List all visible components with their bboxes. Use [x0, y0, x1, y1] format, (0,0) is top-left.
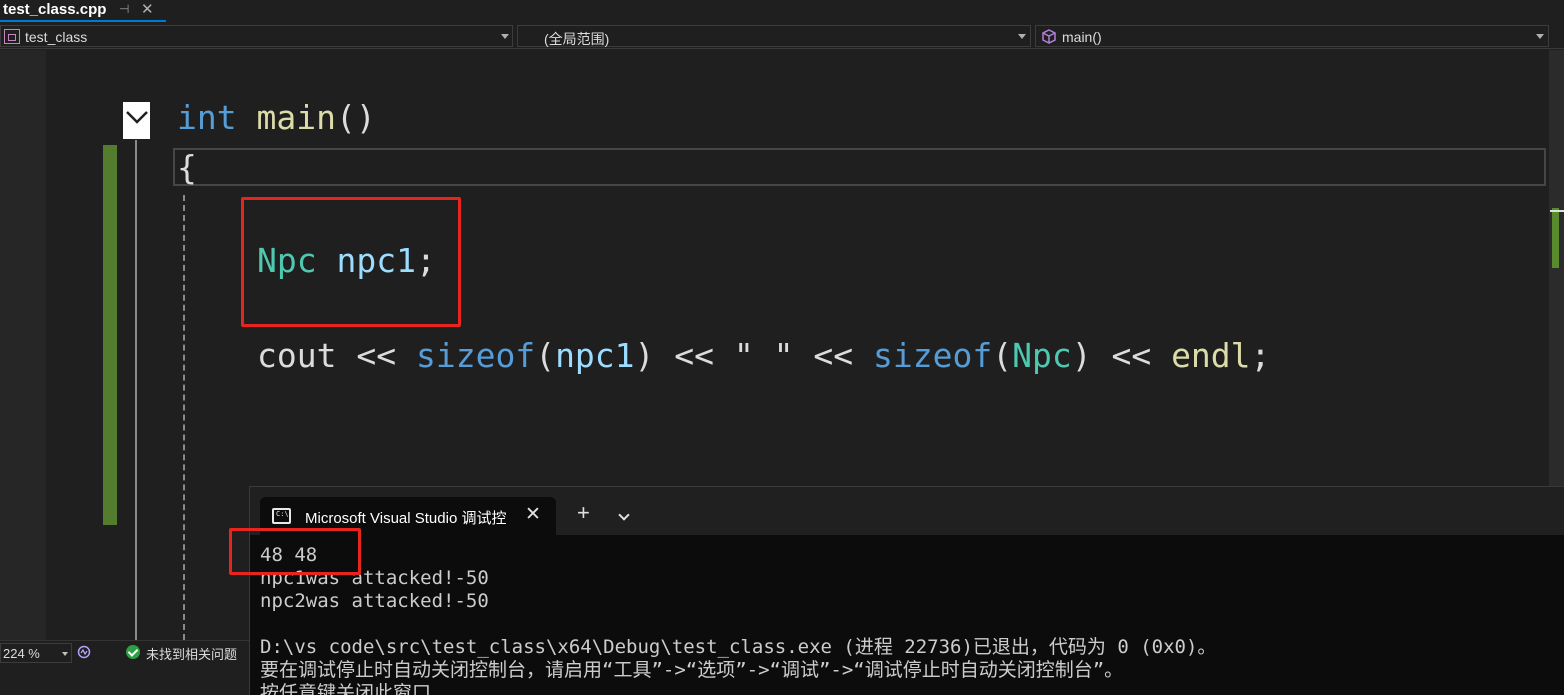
scope-dropdown-label: (全局范围) — [544, 31, 610, 47]
token-type: Npc — [1012, 336, 1072, 375]
chevron-down-icon — [62, 652, 68, 656]
token-paren: () — [335, 98, 376, 137]
token-brace: { — [177, 148, 197, 187]
token-keyword: int — [177, 98, 237, 137]
project-dropdown[interactable]: test_class — [0, 25, 513, 47]
token-operator: << — [336, 336, 416, 375]
console-tab-title: Microsoft Visual Studio 调试控 — [305, 510, 507, 527]
status-strip-filler — [0, 664, 249, 695]
token-keyword: sizeof — [415, 336, 536, 375]
token-function: endl — [1171, 336, 1251, 375]
document-tab-label: test_class.cpp — [3, 1, 107, 18]
code-line-open-brace[interactable]: { — [177, 148, 197, 187]
chevron-down-icon — [1018, 34, 1026, 39]
close-icon[interactable]: ✕ — [525, 503, 541, 526]
chevron-down-icon — [501, 34, 509, 39]
token-semicolon: ; — [1250, 336, 1271, 375]
token-operator: << — [654, 336, 734, 375]
editor-gutter — [0, 50, 46, 640]
navigation-bar: test_class (全局范围) main() — [0, 22, 1564, 49]
token-paren: ) — [634, 336, 655, 375]
annotation-box-declaration — [241, 197, 461, 327]
chevron-down-icon[interactable] — [618, 509, 630, 521]
check-circle-icon — [126, 645, 140, 659]
indent-guide — [183, 195, 185, 640]
code-line-cout[interactable]: cout << sizeof(npc1) << " " << sizeof(Np… — [257, 336, 1270, 375]
console-output-line: 按任意键关闭此窗口. . . — [260, 682, 489, 695]
console-output: 48 48 npc1was attacked!-50 npc2was attacke… — [260, 544, 1560, 695]
debug-console-window[interactable]: C:\ Microsoft Visual Studio 调试控 ✕ + 48 4… — [249, 486, 1564, 695]
code-line-main-signature[interactable]: int main() — [177, 98, 376, 137]
project-icon — [4, 29, 20, 44]
scope-dropdown[interactable]: (全局范围) — [517, 25, 1031, 47]
zoom-dropdown[interactable]: 224 % — [0, 643, 72, 663]
token-keyword: sizeof — [873, 336, 993, 375]
issues-status[interactable]: 未找到相关问题 — [146, 644, 237, 663]
scrollbar-change-marker — [1552, 208, 1559, 268]
member-dropdown[interactable]: main() — [1035, 25, 1549, 47]
token-paren: ( — [992, 336, 1013, 375]
console-titlebar: C:\ Microsoft Visual Studio 调试控 ✕ + — [250, 487, 1564, 535]
token-function: main — [256, 98, 336, 137]
plus-icon[interactable]: + — [577, 502, 590, 524]
outline-fold-line — [135, 140, 137, 640]
code-health-icon[interactable] — [76, 644, 92, 660]
pin-icon[interactable]: ⊣ — [119, 2, 131, 16]
token-paren: ) — [1071, 336, 1092, 375]
method-cube-icon — [1042, 29, 1056, 44]
chevron-down-icon — [1536, 34, 1544, 39]
token-paren: ( — [535, 336, 556, 375]
token-identifier: cout — [257, 336, 337, 375]
editor-tab-strip: test_class.cpp ⊣ ✕ — [0, 0, 1564, 22]
member-dropdown-label: main() — [1062, 29, 1102, 45]
fold-toggle[interactable] — [123, 102, 150, 139]
console-output-line: D:\vs code\src\test_class\x64\Debug\test… — [260, 636, 1217, 658]
console-output-line: 要在调试停止时自动关闭控制台，请启用“工具”->“选项”->“调试”->“调试停… — [260, 659, 1124, 681]
editor-status-strip: 224 % 未找到相关问题 — [0, 640, 249, 664]
terminal-icon: C:\ — [272, 508, 291, 524]
chevron-down-icon — [126, 111, 148, 124]
project-dropdown-label: test_class — [25, 29, 88, 45]
annotation-box-output — [229, 528, 361, 575]
console-output-line: npc1was attacked!-50 — [260, 567, 489, 589]
zoom-level: 224 % — [3, 646, 40, 661]
current-line-highlight — [173, 148, 1546, 186]
document-tab[interactable]: test_class.cpp ⊣ ✕ — [0, 0, 166, 22]
token-operator: << — [793, 336, 873, 375]
change-tracking-bar — [103, 145, 117, 525]
close-icon[interactable]: ✕ — [141, 0, 155, 18]
token-string: " " — [733, 336, 794, 375]
token-operator: << — [1091, 336, 1172, 375]
console-output-line: 48 48 — [260, 544, 318, 566]
token-variable: npc1 — [555, 336, 635, 375]
console-output-line: npc2was attacked!-50 — [260, 590, 489, 612]
scrollbar-caret-marker — [1550, 210, 1564, 212]
